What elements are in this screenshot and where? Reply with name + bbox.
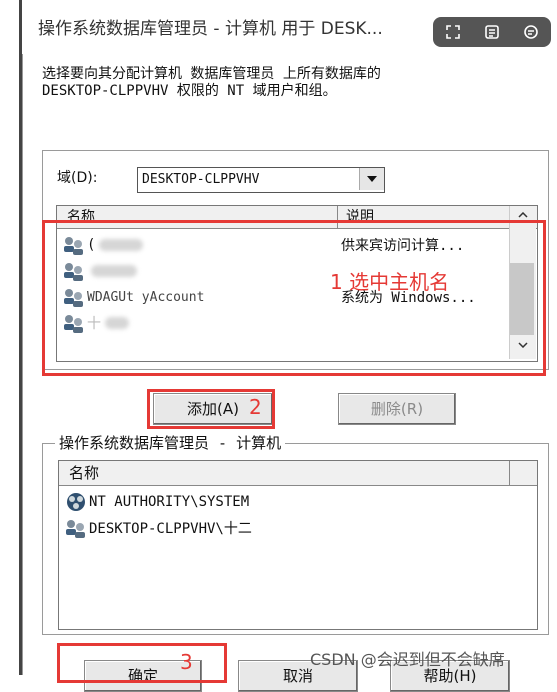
- chat-icon[interactable]: [520, 21, 542, 43]
- annotation-box-3: [57, 643, 227, 683]
- expand-icon[interactable]: [442, 21, 464, 43]
- annotation-label-3: 3: [180, 650, 193, 674]
- chevron-down-icon[interactable]: [359, 168, 384, 190]
- annotation-box-1: [42, 220, 546, 376]
- remove-button[interactable]: 删除(R): [338, 393, 456, 425]
- system-group-icon: [67, 493, 85, 511]
- column-header-name[interactable]: 名称: [59, 461, 510, 485]
- list-item[interactable]: DESKTOP-CLPPVHV\十二: [63, 515, 523, 541]
- user-group-icon: [66, 520, 85, 538]
- window-title: 操作系统数据库管理员 - 计算机 用于 DESK...: [38, 19, 383, 39]
- overlay-toolbar: [433, 17, 551, 47]
- chevron-up-icon[interactable]: [518, 212, 528, 218]
- selected-group-title: 操作系统数据库管理员 - 计算机: [55, 432, 286, 453]
- instructions-text: 选择要向其分配计算机 数据库管理员 上所有数据库的 DESKTOP-CLPPVH…: [42, 66, 381, 99]
- annotation-label-2: 2: [249, 395, 262, 419]
- list-item[interactable]: NT AUTHORITY\SYSTEM: [63, 489, 523, 515]
- list-item-name: DESKTOP-CLPPVHV\十二: [89, 521, 252, 537]
- list-item-name: NT AUTHORITY\SYSTEM: [89, 494, 250, 510]
- scan-text-icon[interactable]: [481, 21, 503, 43]
- left-border-bar: [19, 0, 22, 675]
- list-header: 名称: [59, 461, 537, 486]
- selected-users-list[interactable]: 名称 NT AUTHORITY\SYSTEM DESKTOP-CLPPVHV\十…: [58, 460, 538, 630]
- domain-value: DESKTOP-CLPPVHV: [142, 172, 260, 187]
- domain-label: 域(D):: [57, 170, 98, 186]
- annotation-label-1: 1 选中主机名: [330, 270, 450, 294]
- watermark-text: CSDN @会迟到但不会缺席: [310, 650, 505, 669]
